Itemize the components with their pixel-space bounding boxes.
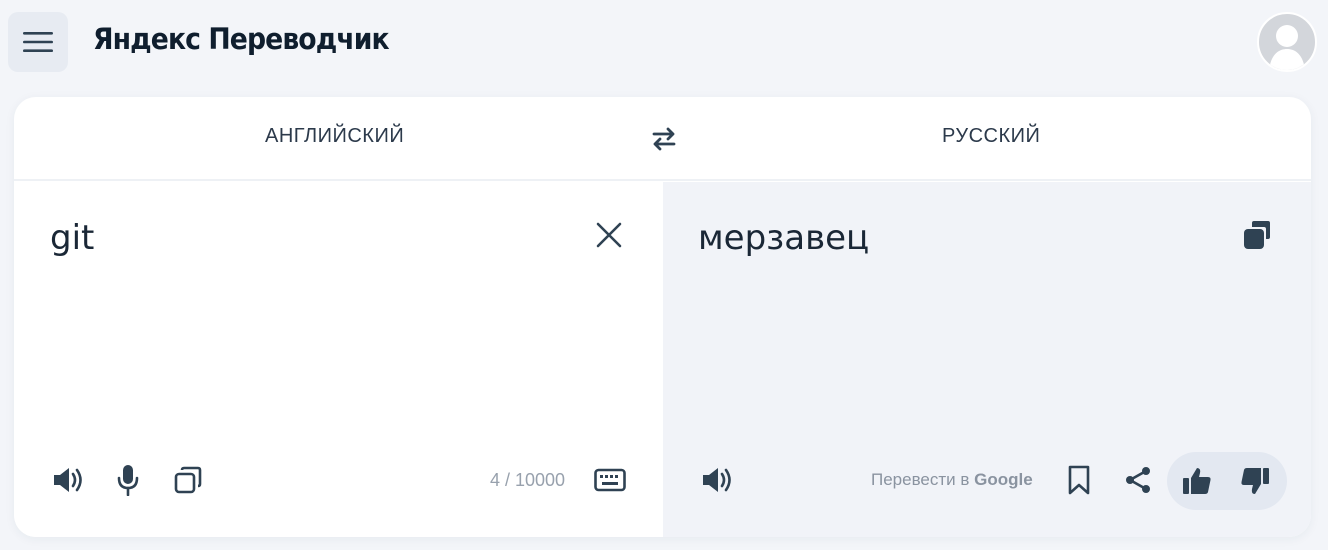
- bookmark-icon: [1068, 465, 1090, 495]
- translation-output: мерзавец: [698, 218, 870, 258]
- share-icon: [1126, 467, 1150, 493]
- rating-group: [1167, 452, 1287, 510]
- copy-icon: [174, 466, 202, 494]
- thumbs-down-icon: [1241, 468, 1269, 494]
- share-button[interactable]: [1118, 460, 1158, 500]
- clear-icon: [596, 222, 622, 248]
- thumbs-down-button[interactable]: [1235, 461, 1275, 501]
- hamburger-menu-icon: [23, 32, 53, 52]
- source-language-selector[interactable]: АНГЛИЙСКИЙ: [265, 125, 404, 148]
- character-counter: 4 / 10000: [490, 470, 566, 490]
- source-pane: git 4 / 10000: [14, 182, 663, 537]
- translation-speak-button[interactable]: [698, 460, 738, 500]
- voice-input-button[interactable]: [108, 460, 148, 500]
- google-link-prefix: Перевести в: [871, 470, 975, 489]
- copy-icon: [1244, 221, 1270, 249]
- source-copy-button[interactable]: [168, 460, 208, 500]
- bookmark-button[interactable]: [1059, 460, 1099, 500]
- thumbs-up-button[interactable]: [1177, 461, 1217, 501]
- speaker-icon: [703, 468, 731, 492]
- thumbs-up-icon: [1183, 468, 1211, 494]
- user-avatar-icon: [1269, 25, 1305, 70]
- google-brand: Google: [974, 470, 1033, 489]
- keyboard-icon: [594, 468, 626, 492]
- app-title[interactable]: Яндекс Переводчик: [93, 22, 390, 56]
- translate-in-google-link[interactable]: Перевести в Google: [871, 470, 1033, 490]
- clear-button[interactable]: [589, 215, 629, 255]
- swap-languages-button[interactable]: [648, 123, 680, 155]
- source-text-input[interactable]: git: [50, 218, 94, 258]
- virtual-keyboard-button[interactable]: [590, 460, 630, 500]
- microphone-icon: [117, 465, 139, 496]
- target-language-selector[interactable]: РУССКИЙ: [942, 125, 1040, 148]
- swap-arrows-icon: [652, 127, 676, 151]
- speaker-icon: [54, 468, 82, 492]
- menu-button[interactable]: [8, 12, 68, 72]
- app-header: Яндекс Переводчик: [0, 0, 1328, 86]
- language-bar: АНГЛИЙСКИЙ РУССКИЙ: [14, 97, 1311, 181]
- translation-copy-button[interactable]: [1237, 215, 1277, 255]
- user-avatar[interactable]: [1257, 12, 1317, 72]
- translator-card: АНГЛИЙСКИЙ РУССКИЙ git 4 / 10000 мерзаве…: [14, 97, 1311, 537]
- target-pane: мерзавец Перевести в Google: [663, 182, 1311, 537]
- source-speak-button[interactable]: [49, 460, 89, 500]
